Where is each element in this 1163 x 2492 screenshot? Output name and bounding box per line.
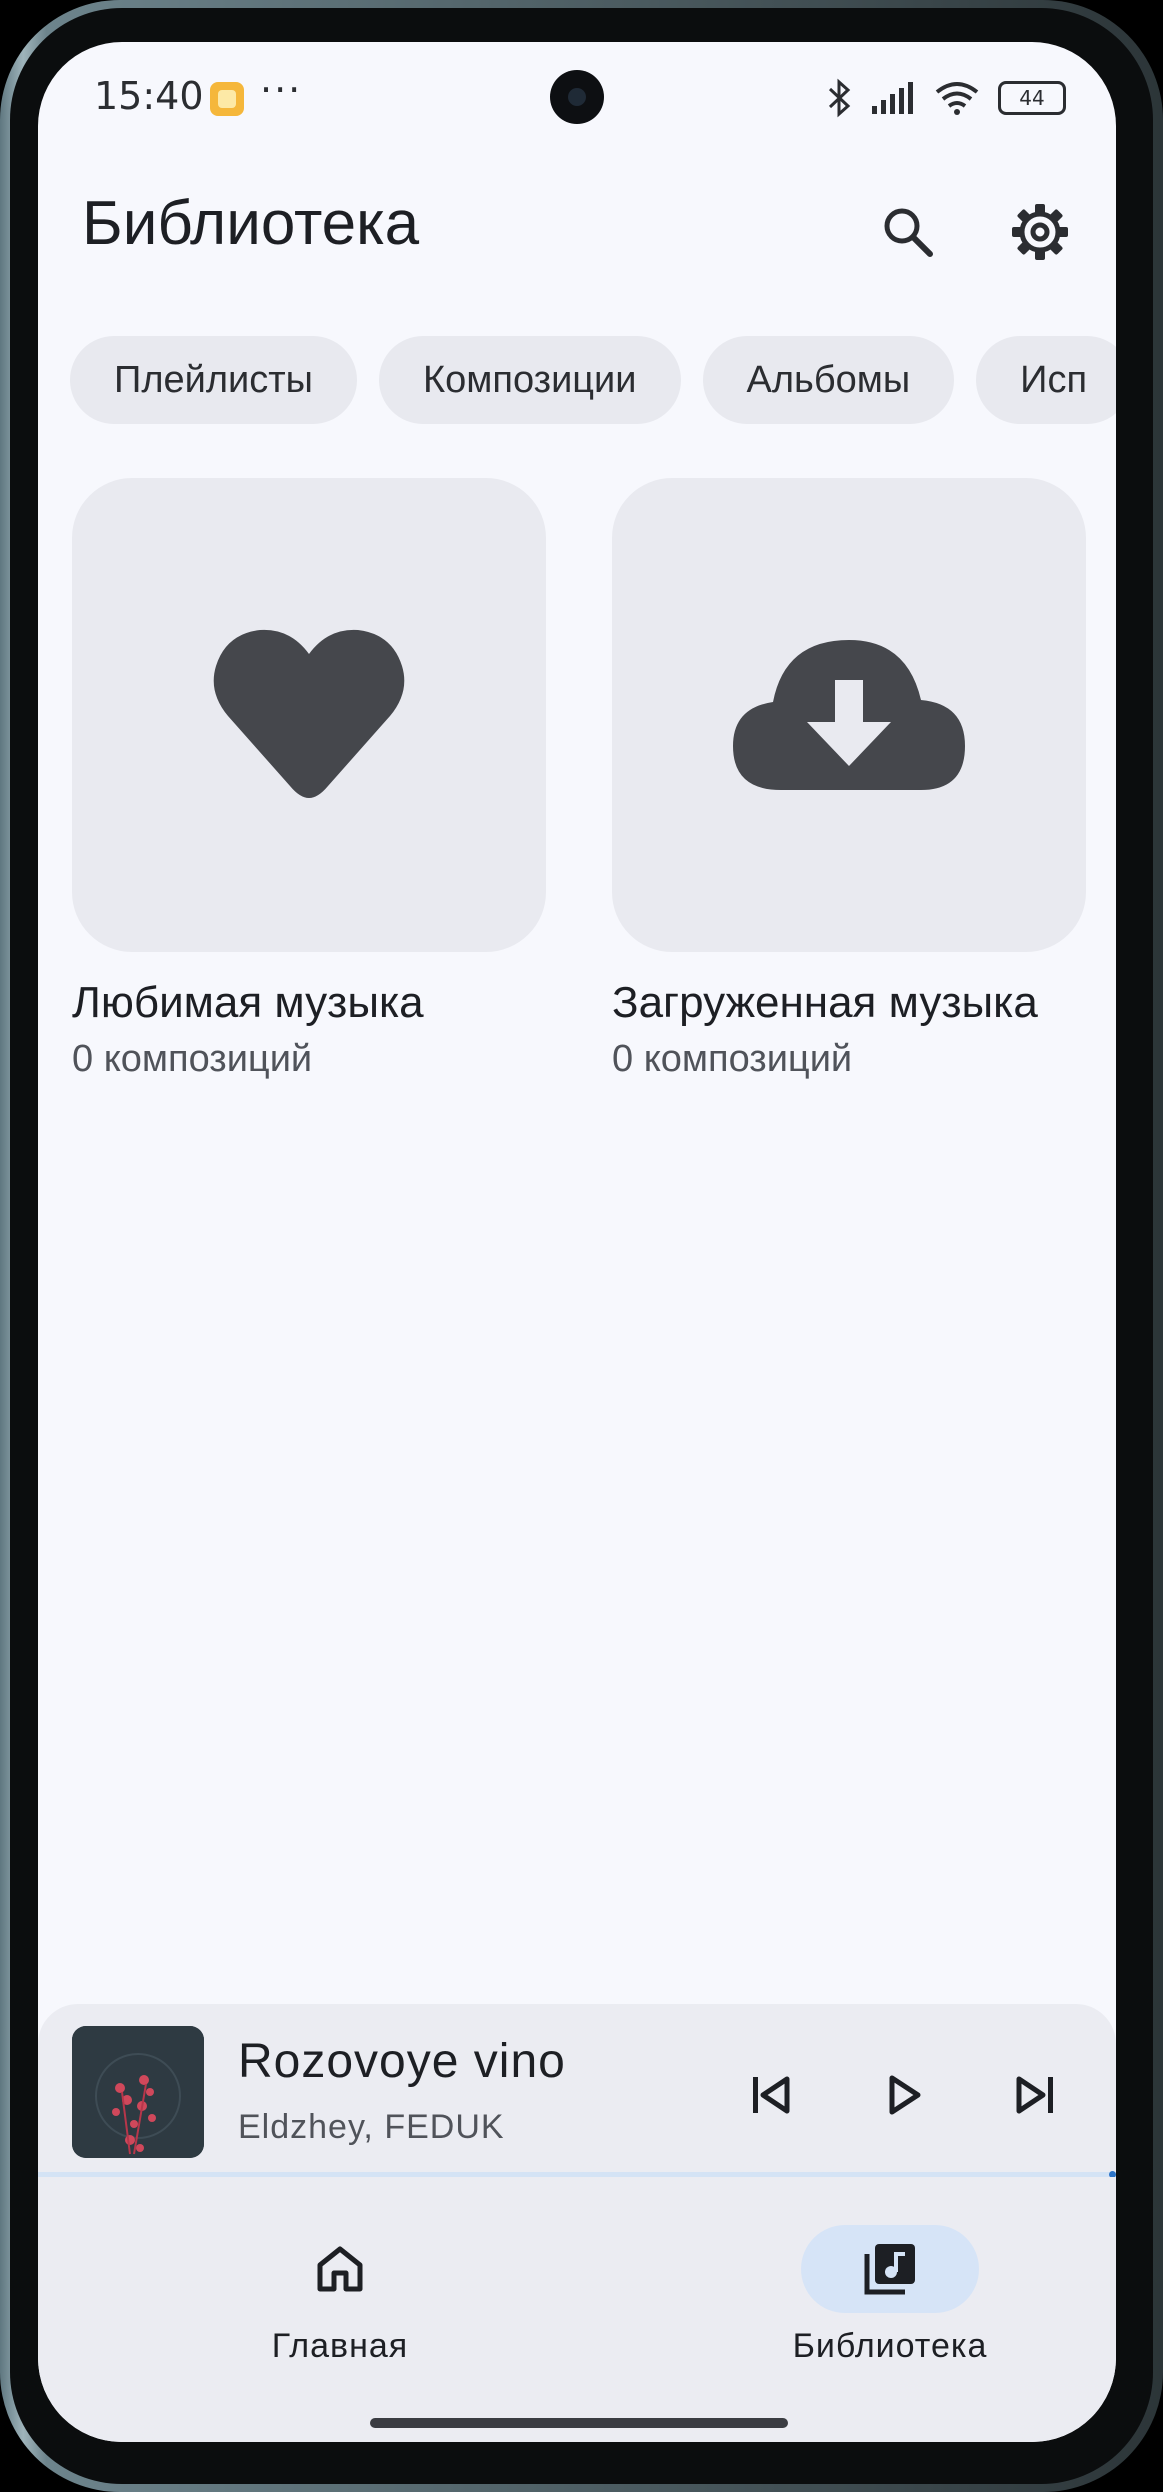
search-icon[interactable] bbox=[868, 192, 948, 272]
play-icon[interactable] bbox=[870, 2060, 940, 2130]
card-count: 0 композиций bbox=[72, 1038, 313, 1080]
signal-icon bbox=[872, 82, 913, 114]
chip-artists[interactable]: Исп bbox=[976, 336, 1116, 424]
bluetooth-icon bbox=[828, 78, 851, 118]
card-thumb bbox=[72, 478, 546, 952]
phone-frame: 15:40 ··· 44 Библиотека Плейлисты Композ… bbox=[0, 0, 1163, 2492]
cloud-download-icon bbox=[733, 640, 965, 790]
card-downloaded-music[interactable]: Загруженная музыка 0 композиций bbox=[612, 478, 1086, 1081]
nav-pill-active bbox=[801, 2225, 979, 2313]
status-time: 15:40 bbox=[94, 74, 204, 118]
more-notifications-icon: ··· bbox=[260, 68, 303, 112]
screen: 15:40 ··· 44 Библиотека Плейлисты Композ… bbox=[38, 42, 1116, 2442]
nav-item-home[interactable]: Главная bbox=[190, 2225, 490, 2366]
page-title: Библиотека bbox=[82, 189, 420, 258]
chip-albums[interactable]: Альбомы bbox=[702, 336, 955, 424]
album-cover bbox=[72, 2026, 204, 2158]
nav-item-library[interactable]: Библиотека bbox=[740, 2225, 1040, 2366]
bottom-navigation: Главная Библиотека bbox=[38, 2177, 1116, 2442]
chip-playlists[interactable]: Плейлисты bbox=[70, 336, 357, 424]
track-title: Rozovoye vino bbox=[238, 2035, 566, 2088]
nav-label: Главная bbox=[271, 2327, 409, 2365]
settings-gear-icon[interactable] bbox=[1000, 192, 1080, 272]
front-camera bbox=[550, 70, 604, 124]
card-title: Любимая музыка bbox=[72, 978, 424, 1027]
card-count: 0 композиций bbox=[612, 1038, 853, 1080]
status-icons: 44 bbox=[826, 78, 1066, 118]
nav-label: Библиотека bbox=[792, 2327, 988, 2365]
wifi-icon bbox=[935, 82, 979, 115]
card-favorite-music[interactable]: Любимая музыка 0 композиций bbox=[72, 478, 546, 1081]
track-artist: Eldzhey, FEDUK bbox=[238, 2108, 505, 2146]
filter-chips: Плейлисты Композиции Альбомы Исп bbox=[70, 336, 1116, 424]
heart-icon bbox=[213, 629, 405, 798]
mini-player[interactable]: Rozovoye vino Eldzhey, FEDUK bbox=[38, 2004, 1116, 2174]
library-music-icon bbox=[864, 2244, 915, 2295]
skip-previous-icon[interactable] bbox=[736, 2060, 806, 2130]
nav-pill bbox=[251, 2225, 429, 2313]
battery-icon: 44 bbox=[998, 81, 1066, 115]
home-icon bbox=[317, 2246, 363, 2292]
skip-next-icon[interactable] bbox=[1000, 2060, 1070, 2130]
card-title: Загруженная музыка bbox=[612, 978, 1038, 1027]
notification-icon bbox=[210, 82, 244, 116]
gesture-bar[interactable] bbox=[370, 2418, 788, 2428]
card-thumb bbox=[612, 478, 1086, 952]
chip-tracks[interactable]: Композиции bbox=[378, 336, 681, 424]
status-bar: 15:40 ··· 44 bbox=[38, 42, 1116, 152]
